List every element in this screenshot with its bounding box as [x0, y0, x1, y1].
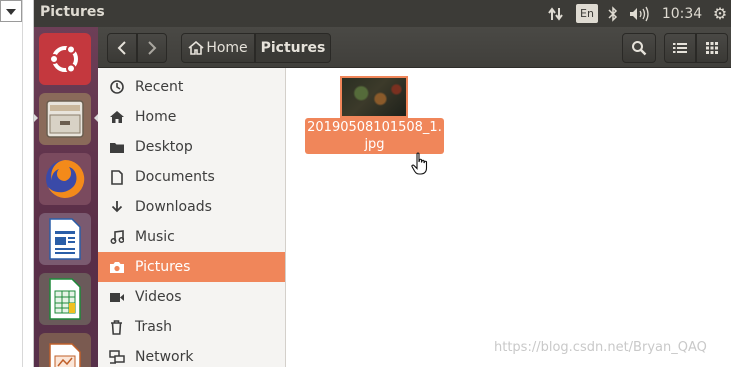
- sidebar-item-downloads[interactable]: Downloads: [98, 192, 285, 222]
- path-button-pictures[interactable]: Pictures: [255, 33, 331, 63]
- launcher: [34, 27, 98, 367]
- chevron-left-icon: [117, 41, 126, 55]
- music-icon: [98, 230, 135, 244]
- chevron-down-icon: [6, 9, 16, 15]
- trash-icon: [98, 319, 135, 335]
- download-icon: [98, 200, 135, 214]
- sidebar-item-label: Home: [135, 109, 177, 125]
- bluetooth-indicator[interactable]: [606, 4, 620, 23]
- ubuntu-logo-icon: [49, 44, 78, 74]
- sidebar-item-desktop[interactable]: Desktop: [98, 132, 285, 162]
- sidebar-item-label: Network: [135, 349, 194, 365]
- chevron-right-icon: [148, 41, 157, 55]
- bluetooth-icon: [608, 5, 618, 22]
- sidebar-item-home[interactable]: Home: [98, 102, 285, 132]
- sidebar-item-trash[interactable]: Trash: [98, 312, 285, 342]
- grid-view-icon: [706, 42, 718, 54]
- document-icon: [98, 169, 135, 185]
- sidebar-item-recent[interactable]: Recent: [98, 72, 285, 102]
- top-panel: Pictures En 10:34 ⚙: [34, 0, 731, 27]
- hand-pointer-cursor-icon: [411, 152, 428, 175]
- sidebar-item-label: Trash: [135, 319, 172, 335]
- watermark-text: https://blog.csdn.net/Bryan_QAQ: [494, 340, 707, 355]
- sidebar-item-label: Music: [135, 229, 175, 245]
- header-bar: Home Pictures: [98, 27, 731, 68]
- sidebar-item-label: Recent: [135, 79, 184, 95]
- sidebar-item-label: Pictures: [135, 259, 191, 275]
- files-icon[interactable]: [39, 93, 91, 145]
- folder-icon: [98, 141, 135, 154]
- running-indicator: [34, 114, 38, 122]
- sidebar-item-network[interactable]: Network: [98, 342, 285, 367]
- home-icon: [188, 41, 204, 55]
- libreoffice-calc-icon[interactable]: [39, 273, 91, 325]
- volume-icon: [630, 6, 649, 21]
- ubuntu-dash-icon[interactable]: [39, 33, 91, 85]
- network-transfer-icon: [548, 6, 563, 21]
- dropdown-button[interactable]: [0, 0, 22, 22]
- grid-view-button[interactable]: [696, 33, 728, 63]
- network-indicator[interactable]: [546, 4, 566, 23]
- divider: [22, 0, 23, 367]
- file-thumbnail[interactable]: [340, 76, 408, 118]
- sidebar-item-documents[interactable]: Documents: [98, 162, 285, 192]
- forward-button[interactable]: [137, 33, 167, 63]
- firefox-logo-icon: [46, 159, 85, 198]
- list-view-button[interactable]: [664, 33, 696, 63]
- file-name-line2: jpg: [364, 137, 385, 152]
- sidebar-item-music[interactable]: Music: [98, 222, 285, 252]
- places-sidebar: Recent Home Desktop Documents Downloads: [98, 68, 286, 367]
- network-icon: [98, 350, 135, 364]
- back-button[interactable]: [107, 33, 137, 63]
- file-view[interactable]: 20190508101508_1. jpg https://blog.csdn.…: [287, 68, 731, 367]
- sidebar-item-videos[interactable]: Videos: [98, 282, 285, 312]
- background-window-strip: [0, 0, 34, 367]
- volume-indicator[interactable]: [628, 4, 652, 23]
- list-view-icon: [673, 43, 687, 53]
- path-home-label: Home: [206, 40, 248, 56]
- keyboard-language-indicator[interactable]: En: [576, 4, 598, 23]
- clock[interactable]: 10:34: [660, 4, 704, 23]
- search-button[interactable]: [622, 33, 656, 63]
- path-pictures-label: Pictures: [260, 40, 326, 56]
- window-title: Pictures: [40, 4, 105, 20]
- video-icon: [98, 292, 135, 303]
- camera-icon: [98, 261, 135, 274]
- system-menu-gear-icon[interactable]: ⚙: [710, 4, 730, 23]
- sidebar-item-label: Desktop: [135, 139, 193, 155]
- impress-presentation-icon: [49, 343, 81, 367]
- file-name-label[interactable]: 20190508101508_1. jpg: [305, 118, 444, 154]
- libreoffice-writer-icon[interactable]: [39, 213, 91, 265]
- image-preview: [342, 78, 406, 116]
- file-cabinet-icon: [46, 100, 84, 138]
- path-button-home[interactable]: Home: [181, 33, 255, 63]
- sidebar-item-label: Downloads: [135, 199, 212, 215]
- screen: Pictures En 10:34 ⚙ Home Pictures Recent…: [0, 0, 731, 367]
- file-name-line1: 20190508101508_1.: [307, 120, 442, 135]
- firefox-icon[interactable]: [39, 153, 91, 205]
- calc-spreadsheet-icon: [49, 278, 81, 320]
- writer-document-icon: [49, 218, 81, 260]
- sidebar-item-label: Documents: [135, 169, 215, 185]
- sidebar-item-pictures[interactable]: Pictures: [98, 252, 285, 282]
- sidebar-item-label: Videos: [135, 289, 182, 305]
- home-icon: [98, 110, 135, 124]
- search-icon: [632, 41, 647, 56]
- libreoffice-impress-icon[interactable]: [39, 333, 91, 367]
- clock-icon: [98, 80, 135, 94]
